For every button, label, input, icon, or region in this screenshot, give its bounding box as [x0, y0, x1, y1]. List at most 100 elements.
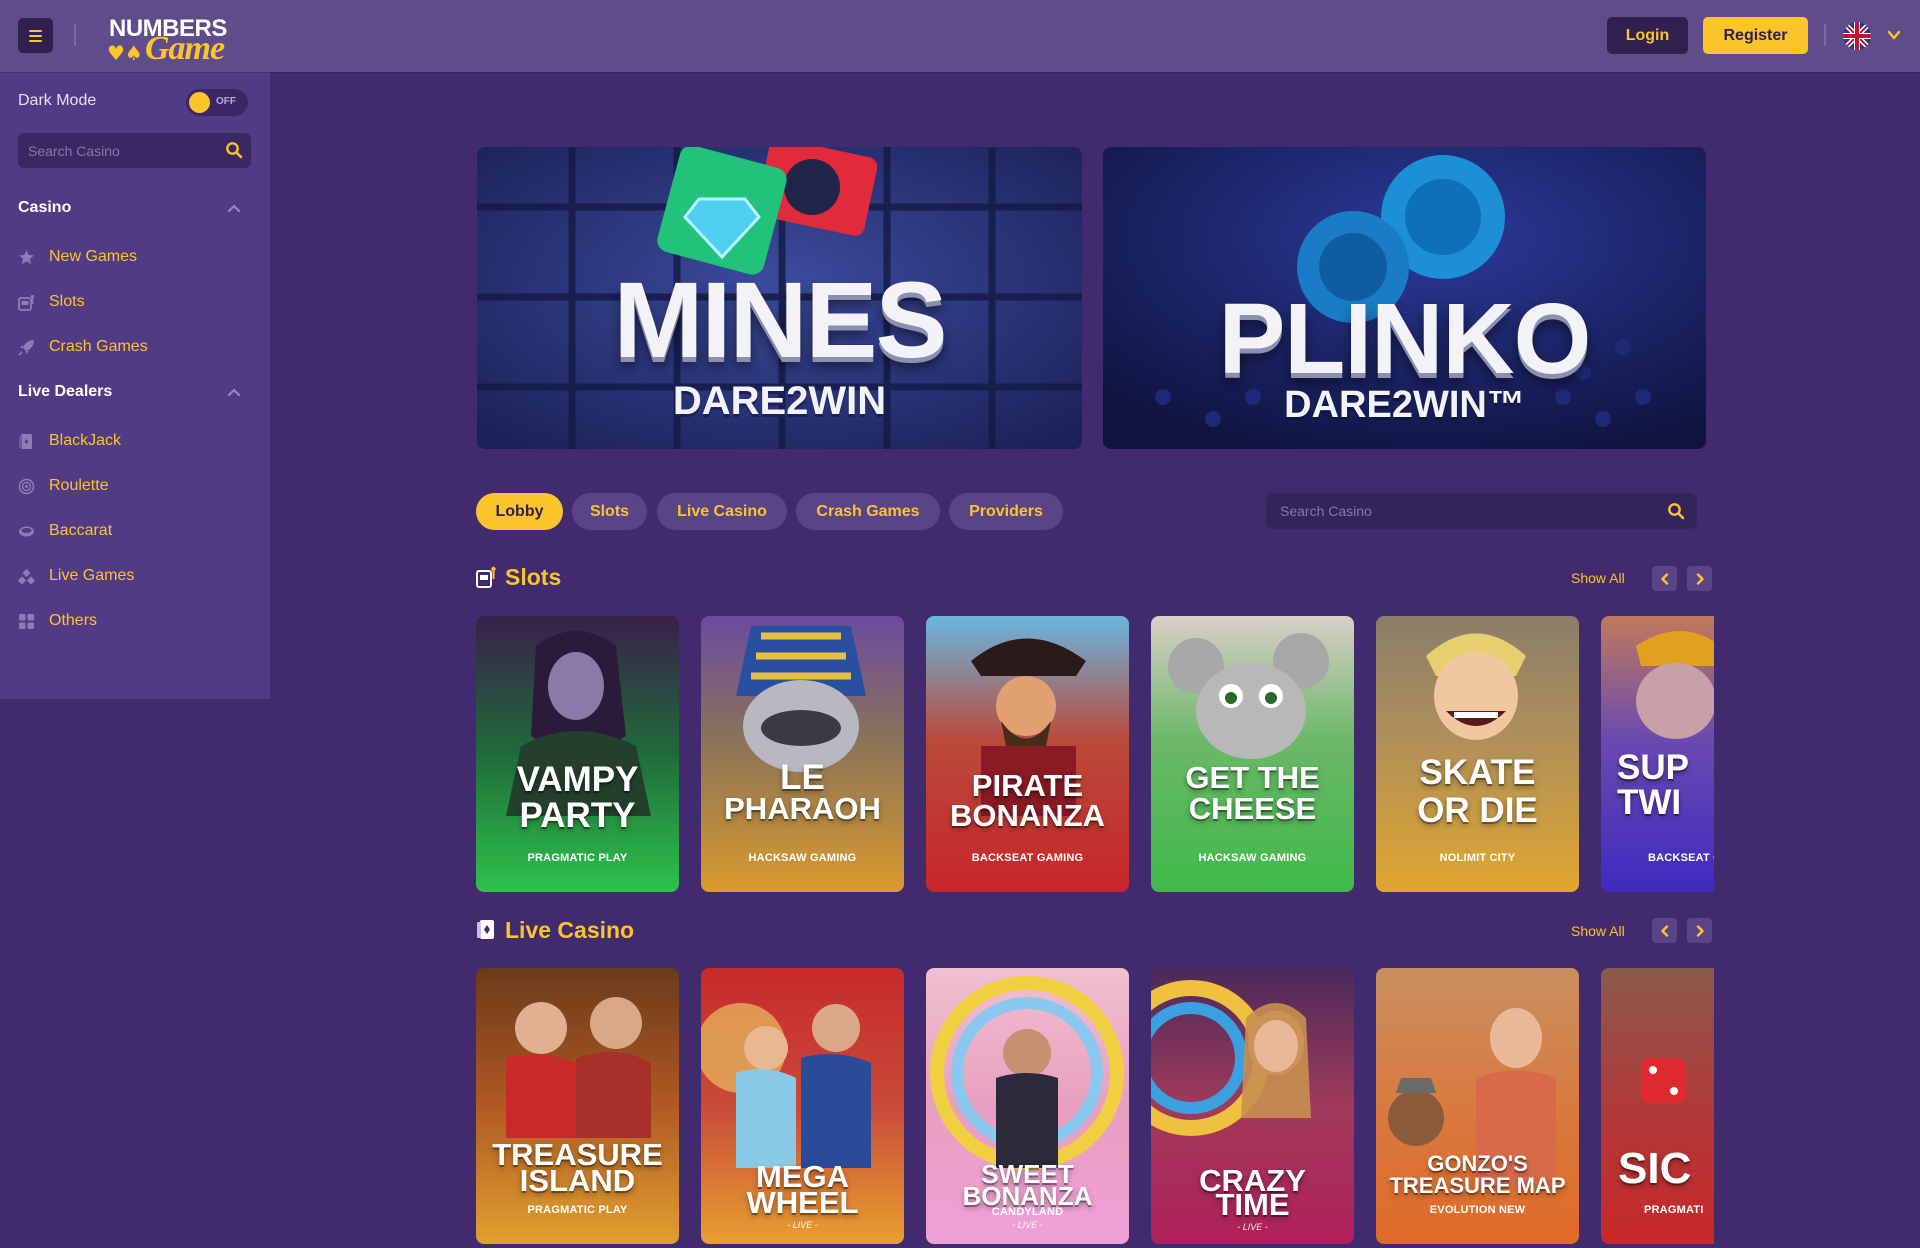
game-title: PARTY — [519, 796, 636, 835]
game-title: CHEESE — [1188, 791, 1317, 826]
game-title: ISLAND — [519, 1163, 636, 1198]
login-button[interactable]: Login — [1607, 17, 1688, 54]
game-title: BONANZA — [962, 1181, 1093, 1211]
tab-lobby[interactable]: Lobby — [476, 493, 563, 530]
live-casino-next-button[interactable] — [1687, 918, 1712, 943]
heart-spade-icon: ♥♠ — [107, 41, 143, 65]
game-card-vampy-party[interactable]: VAMPY PARTY PRAGMATIC PLAY — [476, 616, 679, 892]
sidebar-item-live-games[interactable]: Live Games — [18, 564, 134, 588]
slots-next-button[interactable] — [1687, 566, 1712, 591]
game-thumbnail — [1151, 616, 1354, 892]
game-title: LE — [780, 758, 825, 797]
numbers-game-logo[interactable]: NUMBERS ♥♠ Game — [107, 14, 227, 67]
slot-machine-icon — [18, 294, 35, 311]
live-casino-prev-button[interactable] — [1652, 918, 1677, 943]
game-provider: NOLIMIT CITY — [1439, 852, 1516, 864]
game-thumbnail — [1376, 968, 1579, 1244]
game-title: SIC — [1618, 1144, 1692, 1193]
chevron-down-icon[interactable] — [1887, 28, 1901, 42]
game-title: VAMPY — [516, 760, 639, 799]
sidebar-item-others[interactable]: Others — [18, 609, 97, 633]
slots-section-title: Slots — [505, 564, 562, 590]
chevron-up-icon[interactable] — [226, 384, 242, 400]
sidebar-search-input[interactable] — [28, 133, 218, 168]
sidebar-item-baccarat[interactable]: Baccarat — [18, 519, 112, 543]
sidebar-item-new-games[interactable]: New Games — [18, 245, 137, 269]
search-icon[interactable] — [1667, 502, 1685, 520]
game-title: TREASURE MAP — [1389, 1173, 1566, 1198]
slots-prev-button[interactable] — [1652, 566, 1677, 591]
slots-carousel: VAMPY PARTY PRAGMATIC PLAY LE PHARAOH HA… — [476, 616, 1714, 892]
sidebar-search — [18, 133, 251, 168]
chevron-left-icon — [1660, 924, 1668, 937]
game-card-sweet-bonanza-candyland[interactable]: SWEET BONANZA CANDYLAND - LIVE - — [926, 968, 1129, 1244]
chevron-right-icon — [1696, 924, 1704, 937]
hamburger-menu-button[interactable] — [18, 18, 53, 53]
dark-mode-label: Dark Mode — [18, 92, 97, 109]
game-title: OR DIE — [1417, 791, 1538, 830]
game-subtitle: CANDYLAND — [991, 1206, 1064, 1218]
sidebar-item-label: BlackJack — [49, 432, 122, 449]
sidebar-item-roulette[interactable]: Roulette — [18, 474, 109, 498]
main-search-input[interactable] — [1280, 493, 1660, 529]
sidebar-item-blackjack[interactable]: BlackJack — [18, 429, 121, 453]
game-title: TWI — [1617, 783, 1682, 822]
game-card-mega-wheel[interactable]: MEGA WHEEL - LIVE - — [701, 968, 904, 1244]
game-provider: HACKSAW GAMING — [748, 852, 857, 864]
menu-icon-line — [29, 39, 42, 42]
game-card-get-the-cheese[interactable]: GET THE CHEESE HACKSAW GAMING — [1151, 616, 1354, 892]
tab-slots[interactable]: Slots — [572, 493, 647, 530]
search-icon[interactable] — [225, 141, 243, 159]
register-button[interactable]: Register — [1703, 17, 1808, 54]
game-thumbnail — [476, 968, 679, 1244]
tab-live-casino[interactable]: Live Casino — [657, 493, 787, 530]
game-thumbnail — [1601, 968, 1714, 1244]
live-dealers-section-title[interactable]: Live Dealers — [18, 383, 112, 401]
live-casino-section-title: Live Casino — [505, 917, 635, 943]
sidebar-item-slots[interactable]: Slots — [18, 290, 85, 314]
slots-show-all-link[interactable]: Show All — [1571, 570, 1625, 586]
game-title: GET THE — [1185, 760, 1320, 795]
toggle-knob — [189, 92, 210, 113]
game-provider: HACKSAW GAMING — [1198, 852, 1307, 864]
game-card-crazy-time[interactable]: CRAZY TIME - LIVE - — [1151, 968, 1354, 1244]
mines-banner-title: MINES — [613, 259, 947, 380]
cards-icon — [477, 920, 494, 939]
game-card-skate-or-die[interactable]: SKATE OR DIE NOLIMIT CITY — [1376, 616, 1579, 892]
chevron-left-icon — [1660, 572, 1668, 585]
tab-providers[interactable]: Providers — [949, 493, 1063, 530]
roulette-icon — [18, 478, 35, 494]
divider — [1824, 24, 1826, 46]
dice-icon — [18, 568, 35, 584]
game-thumbnail — [926, 616, 1129, 892]
game-card-partial[interactable]: SIC PRAGMATI — [1601, 968, 1714, 1244]
game-card-partial[interactable]: SUP TWI BACKSEAT G — [1601, 616, 1714, 892]
dark-mode-toggle[interactable]: OFF — [186, 89, 248, 116]
plinko-banner[interactable]: PLINKO DARE2WIN™ — [1103, 147, 1706, 449]
game-title: BONANZA — [950, 798, 1105, 833]
game-card-pirate-bonanza[interactable]: PIRATE BONANZA BACKSEAT GAMING — [926, 616, 1129, 892]
tab-crash-games[interactable]: Crash Games — [796, 493, 940, 530]
game-title: PIRATE — [971, 768, 1084, 803]
sidebar-item-label: New Games — [49, 248, 138, 265]
logo-text-bottom: Game — [145, 30, 225, 67]
live-casino-show-all-link[interactable]: Show All — [1571, 923, 1625, 939]
game-thumbnail — [476, 616, 679, 892]
slot-machine-icon — [476, 566, 496, 588]
game-card-gonzos-treasure-map[interactable]: GONZO'S TREASURE MAP EVOLUTION NEW — [1376, 968, 1579, 1244]
game-title: PHARAOH — [724, 791, 881, 826]
game-card-le-pharaoh[interactable]: LE PHARAOH HACKSAW GAMING — [701, 616, 904, 892]
game-title: WHEEL — [746, 1185, 859, 1220]
chevron-up-icon[interactable] — [226, 200, 242, 216]
sidebar-item-crash-games[interactable]: Crash Games — [18, 335, 148, 359]
top-bar: NUMBERS ♥♠ Game Login Register — [0, 0, 1920, 72]
grid-icon — [19, 613, 34, 629]
mines-banner[interactable]: MINES DARE2WIN — [477, 147, 1082, 449]
divider — [74, 24, 76, 46]
game-card-treasure-island[interactable]: TREASURE ISLAND PRAGMATIC PLAY — [476, 968, 679, 1244]
game-title: SUP — [1617, 748, 1689, 787]
chevron-right-icon — [1696, 572, 1704, 585]
casino-section-title[interactable]: Casino — [18, 199, 71, 217]
uk-flag-icon[interactable] — [1843, 22, 1871, 50]
game-provider: BACKSEAT GAMING — [971, 852, 1084, 864]
